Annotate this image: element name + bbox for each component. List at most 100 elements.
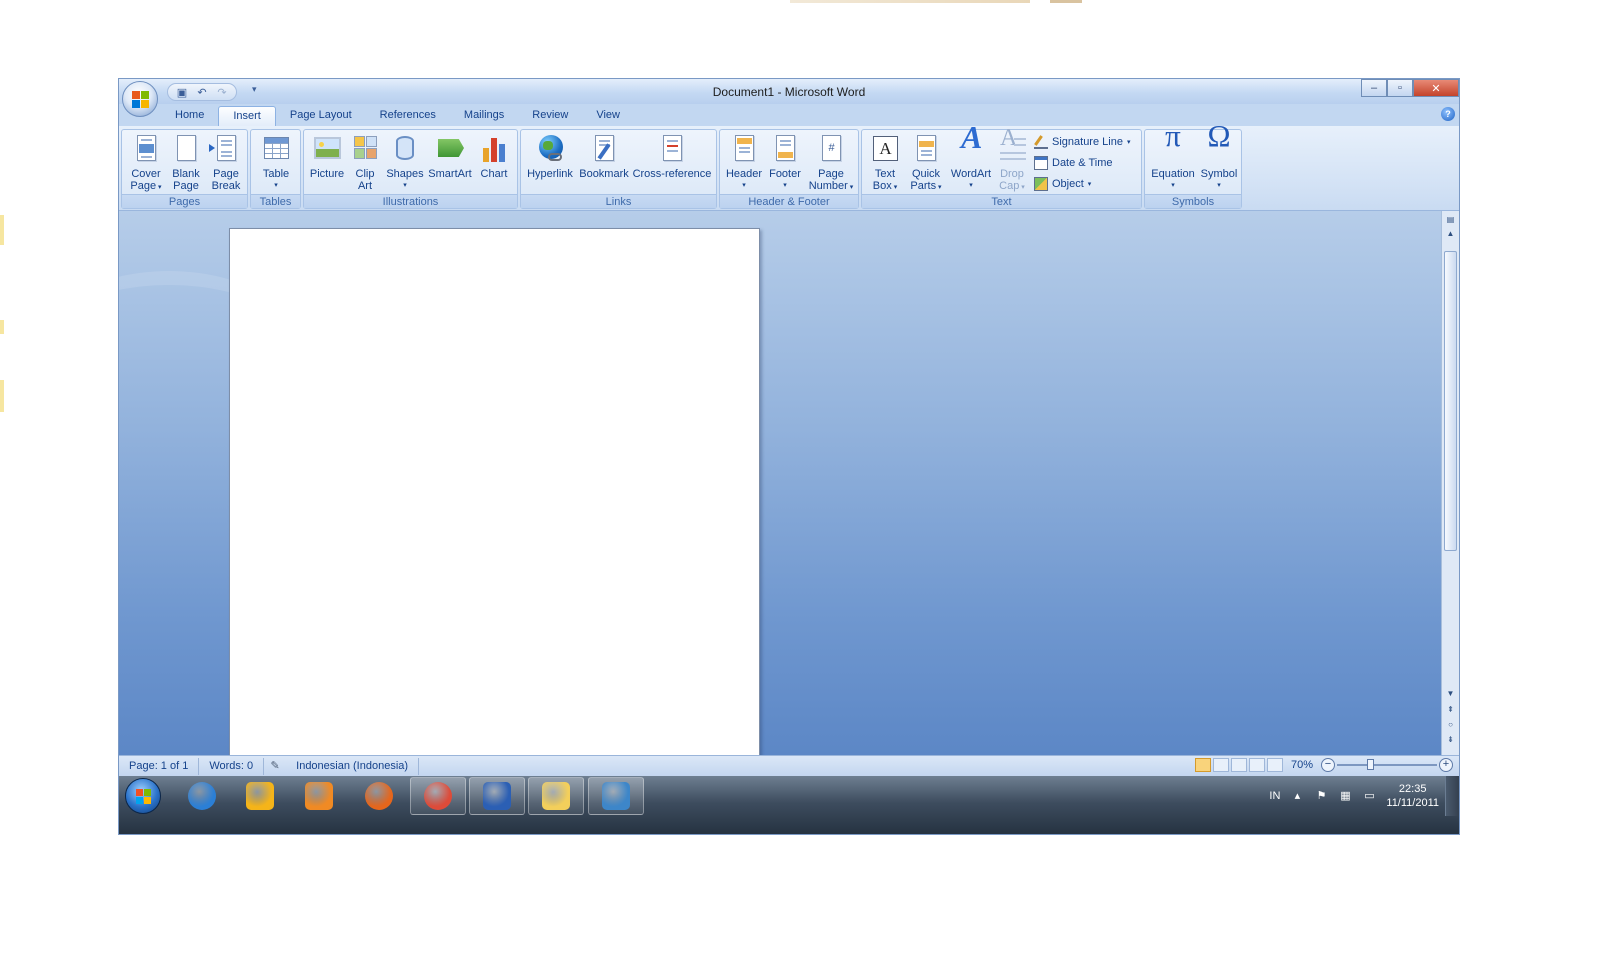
clip-art-icon (351, 134, 379, 164)
clip-art-label-2: Art (357, 180, 373, 192)
web-layout-view-icon[interactable] (1230, 758, 1247, 772)
signature-line-label: Signature Line (1052, 136, 1123, 148)
full-screen-reading-view-icon[interactable] (1212, 758, 1229, 772)
firefox-icon (365, 782, 393, 810)
group-label-illustrations: Illustrations (304, 194, 517, 208)
taskbar: IN ▴ ⚑ ▦ ▭ 22:35 11/11/2011 (119, 776, 1459, 834)
smartart-button[interactable]: SmartArt (426, 132, 474, 180)
footer-button[interactable]: Footer ▾ (765, 132, 805, 192)
group-symbols: π Equation ▾ Ω Symbol ▾ Symbols (1144, 120, 1242, 209)
clock[interactable]: 22:35 11/11/2011 (1386, 782, 1439, 810)
help-icon[interactable]: ? (1441, 107, 1455, 121)
dropdown-arrow-icon: ▾ (847, 184, 854, 191)
table-button[interactable]: Table ▾ (256, 132, 296, 192)
ruler-toggle-icon[interactable]: ▤ (1444, 213, 1457, 226)
object-button[interactable]: Object ▾ (1034, 175, 1091, 193)
dropdown-arrow-icon: ▾ (783, 182, 787, 189)
taskbar-photo-viewer-button[interactable] (588, 777, 644, 815)
drop-cap-label-1: Drop (1000, 168, 1024, 180)
group-label-links: Links (521, 194, 716, 208)
document-page[interactable] (229, 228, 760, 755)
vertical-scrollbar[interactable]: ▤ ▲ ▼ ⇞ ○ ⇟ (1441, 211, 1459, 755)
bookmark-button[interactable]: Bookmark (577, 132, 631, 180)
zoom-slider[interactable] (1337, 758, 1437, 772)
chart-button[interactable]: Chart (474, 132, 514, 180)
dropdown-arrow-icon: ▾ (1087, 181, 1092, 188)
taskbar-explorer-button[interactable] (528, 777, 584, 815)
language-indicator[interactable]: Indonesian (Indonesia) (286, 757, 420, 775)
minimize-button[interactable]: ‒ (1361, 79, 1387, 97)
clip-art-label-1: Clip (355, 168, 375, 180)
network-icon[interactable]: ▦ (1338, 789, 1352, 803)
date-time-button[interactable]: Date & Time (1034, 154, 1113, 172)
close-button[interactable]: ✕ (1413, 79, 1459, 97)
hyperlink-button[interactable]: Hyperlink (524, 132, 576, 180)
object-label: Object (1052, 178, 1084, 190)
word-icon (483, 782, 511, 810)
browse-object-icon[interactable]: ○ (1444, 718, 1457, 731)
zoom-out-icon[interactable]: − (1321, 758, 1335, 772)
next-page-icon[interactable]: ⇟ (1444, 733, 1457, 746)
header-button[interactable]: Header ▾ (723, 132, 765, 192)
chart-icon (480, 134, 508, 164)
print-layout-view-icon[interactable] (1194, 758, 1211, 772)
word-count[interactable]: Words: 0 (199, 757, 265, 775)
blank-page-label-1: Blank (172, 168, 200, 180)
proofing-icon[interactable]: ✎ (268, 759, 282, 773)
previous-page-icon[interactable]: ⇞ (1444, 703, 1457, 716)
input-language[interactable]: IN (1269, 790, 1280, 802)
symbol-button[interactable]: Ω Symbol ▾ (1199, 120, 1239, 192)
dropdown-arrow-icon: ▾ (1126, 139, 1131, 146)
equation-button[interactable]: π Equation ▾ (1148, 120, 1198, 192)
zoom-level[interactable]: 70% (1285, 759, 1319, 771)
tab-mailings[interactable]: Mailings (450, 106, 518, 126)
picture-button[interactable]: Picture (306, 132, 348, 180)
drop-cap-button[interactable]: A Drop Cap ▾ (994, 126, 1030, 194)
wordart-button[interactable]: A WordArt ▾ (948, 121, 994, 192)
zoom-in-icon[interactable]: + (1439, 758, 1453, 772)
zoom-thumb[interactable] (1367, 759, 1375, 770)
shapes-icon (391, 134, 419, 164)
shapes-button[interactable]: Shapes ▾ (384, 132, 426, 192)
tab-page-layout[interactable]: Page Layout (276, 106, 366, 126)
page-number-button[interactable]: # Page Number ▾ (806, 132, 856, 194)
cover-page-button[interactable]: Cover Page ▾ (126, 132, 166, 194)
show-hidden-icons-icon[interactable]: ▴ (1290, 789, 1304, 803)
bookmark-label: Bookmark (579, 168, 629, 180)
page-count[interactable]: Page: 1 of 1 (119, 757, 200, 775)
document-area (119, 211, 1442, 755)
maximize-button[interactable]: ▫ (1387, 79, 1413, 97)
group-tables: Table ▾ Tables (250, 129, 301, 209)
scroll-up-icon[interactable]: ▲ (1444, 227, 1457, 240)
window-title: Document1 - Microsoft Word (712, 85, 866, 99)
dropdown-arrow-icon: ▾ (936, 184, 942, 191)
taskbar-chrome-button[interactable] (410, 777, 466, 815)
taskbar-internet-explorer-button[interactable] (174, 777, 230, 815)
tab-view[interactable]: View (582, 106, 634, 126)
draft-view-icon[interactable] (1266, 758, 1283, 772)
office-button[interactable] (122, 81, 158, 117)
show-desktop-button[interactable] (1445, 776, 1459, 816)
start-button[interactable] (125, 778, 161, 814)
clip-art-button[interactable]: Clip Art (348, 132, 382, 192)
power-icon[interactable]: ▭ (1362, 789, 1376, 803)
clock-date: 11/11/2011 (1386, 797, 1439, 809)
outline-view-icon[interactable] (1248, 758, 1265, 772)
tab-references[interactable]: References (366, 106, 450, 126)
action-center-flag-icon[interactable]: ⚑ (1314, 789, 1328, 803)
taskbar-media-player-button[interactable] (291, 777, 347, 815)
tab-review[interactable]: Review (518, 106, 582, 126)
scroll-down-icon[interactable]: ▼ (1444, 687, 1457, 700)
quick-parts-button[interactable]: Quick Parts ▾ (906, 132, 946, 194)
page-break-button[interactable]: Page Break (206, 132, 246, 192)
taskbar-word-button[interactable] (469, 777, 525, 815)
taskbar-winamp-button[interactable] (232, 777, 288, 815)
signature-line-button[interactable]: Signature Line ▾ (1034, 133, 1130, 151)
blank-page-button[interactable]: Blank Page (166, 132, 206, 192)
taskbar-firefox-button[interactable] (351, 777, 407, 815)
cross-reference-button[interactable]: Cross-reference (631, 132, 713, 180)
scroll-thumb[interactable] (1444, 251, 1457, 551)
tab-home[interactable]: Home (161, 106, 218, 126)
tab-insert[interactable]: Insert (218, 106, 276, 126)
text-box-button[interactable]: A Text Box ▾ (865, 132, 905, 194)
